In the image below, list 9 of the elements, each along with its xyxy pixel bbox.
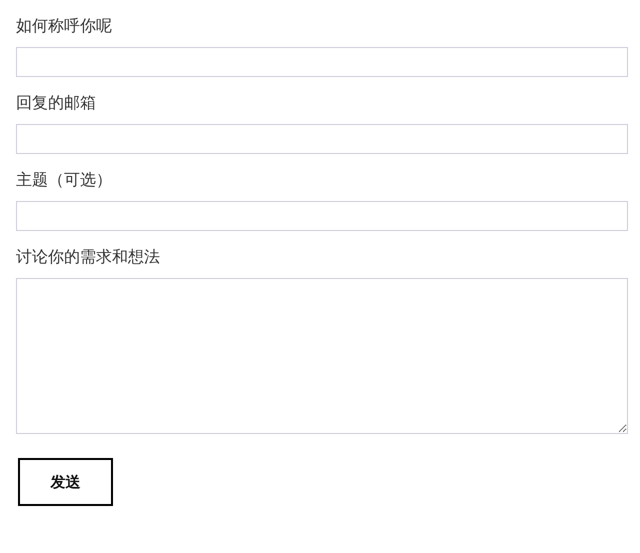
field-label: 主题（可选） — [16, 169, 113, 191]
field-label: 回复的邮箱 — [16, 92, 97, 114]
input-field[interactable] — [16, 201, 628, 231]
field-label: 如何称呼你呢 — [16, 15, 113, 37]
field-label: 讨论你的需求和想法 — [16, 246, 161, 268]
input-field[interactable] — [16, 124, 628, 154]
input-field[interactable] — [16, 47, 628, 77]
send-button[interactable]: 发送 — [18, 458, 113, 506]
message-field[interactable] — [16, 278, 628, 434]
